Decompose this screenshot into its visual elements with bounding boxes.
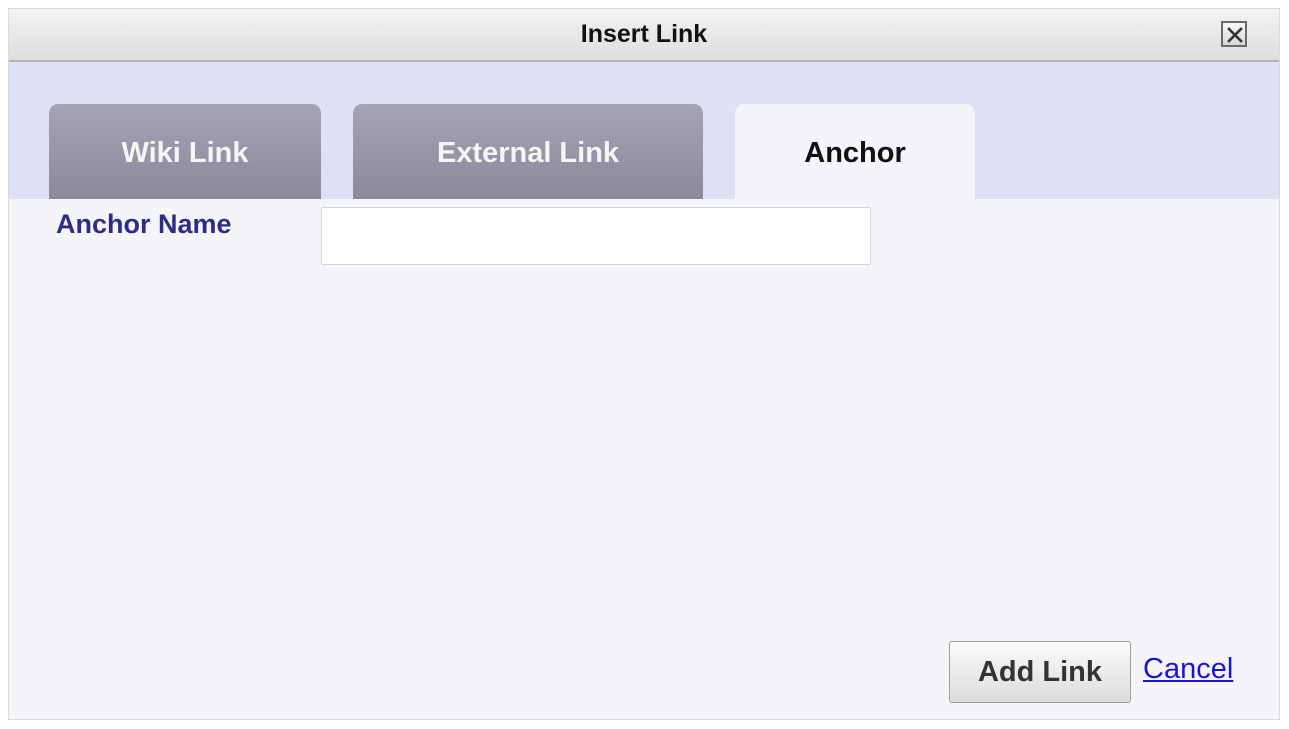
tab-external-link[interactable]: External Link	[353, 104, 703, 199]
close-icon	[1227, 27, 1243, 43]
close-button[interactable]	[1221, 21, 1247, 47]
insert-link-dialog: Insert Link Wiki Link External Link Anch…	[8, 8, 1280, 720]
cancel-link[interactable]: Cancel	[1143, 653, 1233, 686]
tab-strip: Wiki Link External Link Anchor	[9, 62, 1279, 199]
anchor-name-input[interactable]	[321, 207, 871, 265]
anchor-name-label: Anchor Name	[56, 209, 232, 239]
dialog-titlebar: Insert Link	[9, 9, 1279, 62]
add-link-button[interactable]: Add Link	[949, 641, 1131, 703]
dialog-title: Insert Link	[580, 20, 708, 48]
tab-wiki-link[interactable]: Wiki Link	[49, 104, 321, 199]
tab-anchor[interactable]: Anchor	[735, 104, 975, 199]
